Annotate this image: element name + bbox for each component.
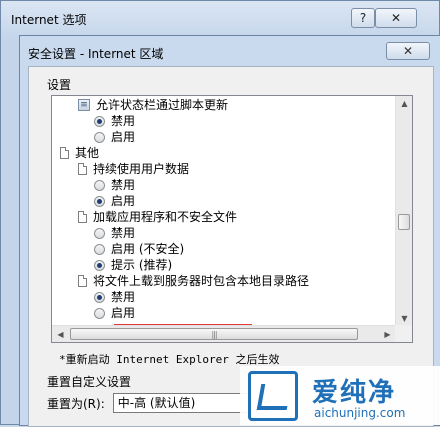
horizontal-scroll-thumb[interactable]: ||| <box>70 328 358 340</box>
tree-item-label: 持续使用用户数据 <box>93 162 190 176</box>
scroll-left-icon[interactable]: ◀ <box>53 327 68 342</box>
scroll-down-icon[interactable]: ▼ <box>397 311 412 326</box>
scroll-corner <box>395 325 412 342</box>
dialog-close-button[interactable]: ✕ <box>386 42 430 60</box>
tree-item-label: 其他 <box>75 146 100 160</box>
radio-selected-icon[interactable] <box>94 259 105 271</box>
scroll-right-icon[interactable]: ▶ <box>380 327 395 342</box>
dialog-title: 安全设置 - Internet 区域 <box>28 47 164 61</box>
radio-option[interactable]: 禁用 <box>94 225 135 241</box>
tree-item-label: 禁用 <box>111 178 136 192</box>
tree-item-label: 禁用 <box>111 114 136 128</box>
tree-item-label: 启用 <box>111 306 136 320</box>
tree-item-label: 加载应用程序和不安全文件 <box>93 210 238 224</box>
horizontal-scrollbar[interactable]: ◀ ||| ▶ <box>52 325 396 342</box>
tree-node: 持续使用用户数据 <box>78 161 189 177</box>
tree-item-label: 启用 <box>111 194 136 208</box>
reset-to-label: 重置为(R): <box>47 396 105 411</box>
tree-item-label: 允许状态栏通过脚本更新 <box>96 98 229 112</box>
radio-option[interactable]: 启用 <box>94 305 135 321</box>
help-button[interactable]: ? <box>351 8 375 28</box>
radio-option[interactable]: 禁用 <box>94 177 135 193</box>
tree-item-label: 禁用 <box>111 226 136 240</box>
radio-selected-icon[interactable] <box>94 291 105 303</box>
tree-node: 其他 <box>60 145 99 161</box>
vertical-scrollbar[interactable]: ▲ ▼ <box>395 96 412 326</box>
close-button[interactable]: ✕ <box>375 8 417 28</box>
radio-option[interactable]: 启用 <box>94 129 135 145</box>
restart-note: *重新启动 Internet Explorer 之后生效 <box>59 353 280 366</box>
tree-item-label: 启用 (不安全) <box>111 242 185 256</box>
reset-row: 重置为(R): 中-高 (默认值) <box>47 393 253 413</box>
watermark: 爱纯净 aichunjing.com <box>240 366 440 425</box>
settings-group-label: 设置 <box>47 78 72 92</box>
tree-node: ≡ 允许状态栏通过脚本更新 <box>78 97 228 113</box>
scroll-up-icon[interactable]: ▲ <box>397 96 412 111</box>
radio-unselected-icon[interactable] <box>94 307 105 319</box>
radio-selected-icon[interactable] <box>94 195 105 207</box>
brand-logo-icon <box>248 371 298 421</box>
radio-unselected-icon[interactable] <box>94 227 105 239</box>
radio-unselected-icon[interactable] <box>94 131 105 143</box>
brand-name-cn: 爱纯净 <box>312 378 397 408</box>
radio-option[interactable]: 禁用 <box>94 289 135 305</box>
radio-selected-icon[interactable] <box>94 115 105 127</box>
page-icon <box>78 163 87 175</box>
tree-node: 将文件上载到服务器时包含本地目录路径 <box>78 273 309 289</box>
tree-item-label: 启用 <box>111 130 136 144</box>
radio-option[interactable]: 提示 (推荐) <box>94 257 172 273</box>
tree-item-label: 将文件上载到服务器时包含本地目录路径 <box>93 274 310 288</box>
radio-option[interactable]: 启用 (不安全) <box>94 241 184 257</box>
tree-node: 加载应用程序和不安全文件 <box>78 209 237 225</box>
window-title: Internet 选项 <box>11 13 87 27</box>
radio-unselected-icon[interactable] <box>94 179 105 191</box>
radio-option[interactable]: 禁用 <box>94 113 135 129</box>
internet-options-window: Internet 选项 ? ✕ 安全设置 - Internet 区域 ✕ 设置 … <box>0 0 440 427</box>
radio-unselected-icon[interactable] <box>94 243 105 255</box>
brand-name-en: aichunjing.com <box>314 406 406 420</box>
tree-item-label: 提示 (推荐) <box>111 258 173 272</box>
page-icon <box>60 147 69 159</box>
page-icon <box>78 275 87 287</box>
settings-tree[interactable]: ≡ 允许状态栏通过脚本更新 禁用 启用 其他 持续使用用户数据 禁用 启用 加载应用程序和不安全… <box>51 95 413 343</box>
radio-option[interactable]: 启用 <box>94 193 135 209</box>
reset-section-label: 重置自定义设置 <box>47 375 132 389</box>
reset-level-select[interactable]: 中-高 (默认值) <box>112 393 253 413</box>
page-icon <box>78 211 87 223</box>
tree-item-label: 禁用 <box>111 290 136 304</box>
vertical-scroll-thumb[interactable] <box>398 214 410 230</box>
script-icon: ≡ <box>78 99 90 111</box>
